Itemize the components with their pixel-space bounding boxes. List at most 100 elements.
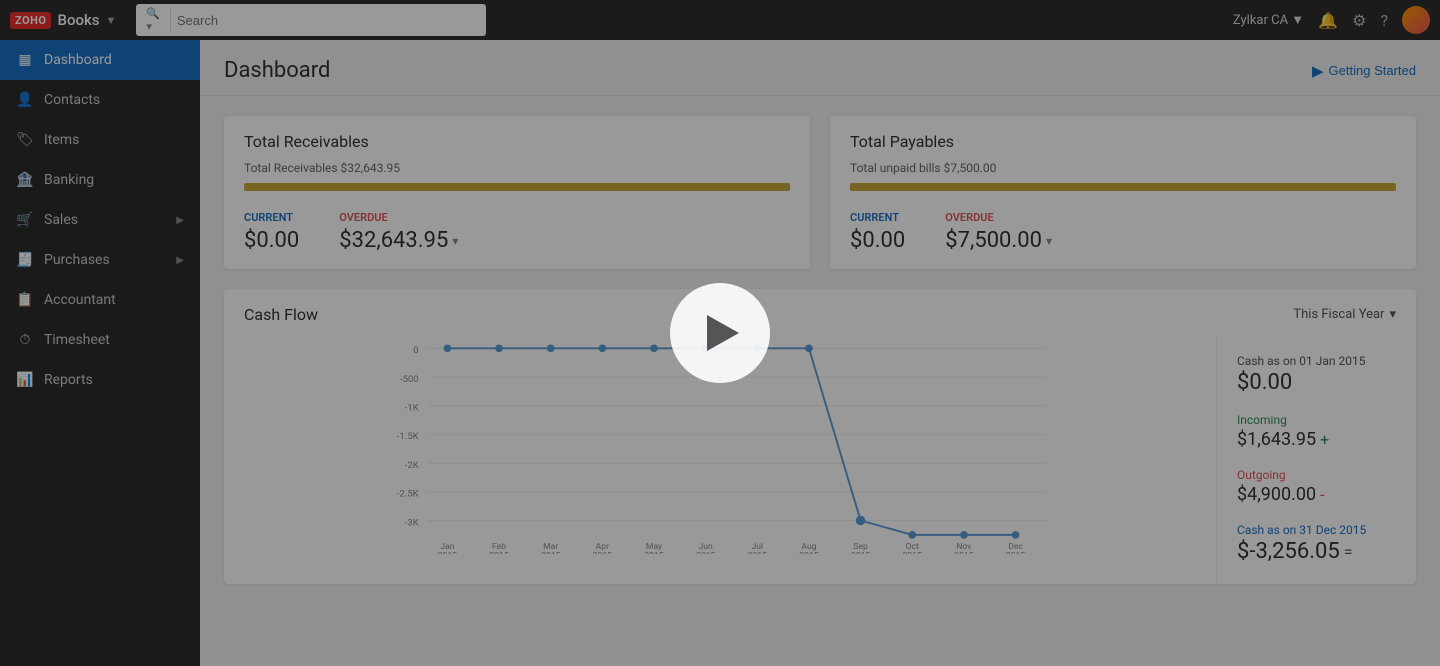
cash-on-date-label: Cash as on 01 Jan 2015	[1237, 354, 1396, 368]
cash-end-value: $-3,256.05	[1237, 539, 1340, 564]
svg-text:2015: 2015	[748, 551, 767, 554]
sidebar-item-reports[interactable]: 📊 Reports	[0, 360, 200, 400]
payables-progress-bar	[850, 183, 1396, 191]
overdue-caret-icon[interactable]: ▾	[452, 234, 458, 248]
search-bar[interactable]: 🔍▾	[136, 4, 486, 36]
dashboard-icon: ▦	[16, 52, 34, 68]
outgoing-sign: -	[1320, 485, 1324, 504]
cashflow-header: Cash Flow This Fiscal Year ▾	[224, 289, 1416, 334]
svg-text:2015: 2015	[799, 551, 818, 554]
incoming-label: Incoming	[1237, 413, 1396, 427]
svg-text:-1K: -1K	[405, 403, 419, 414]
svg-text:0: 0	[413, 345, 418, 356]
svg-text:2015: 2015	[438, 551, 457, 554]
payables-card: Total Payables Total unpaid bills $7,500…	[830, 116, 1416, 269]
payables-title: Total Payables	[850, 132, 1396, 151]
sidebar: ▦ Dashboard 👤 Contacts 🏷 Items 🏦 Banking…	[0, 40, 200, 666]
svg-text:2015: 2015	[1006, 551, 1025, 554]
sidebar-item-accountant[interactable]: 📋 Accountant	[0, 280, 200, 320]
receivables-amounts: CURRENT $0.00 OVERDUE $32,643.95 ▾	[244, 211, 790, 253]
incoming-value-row: $1,643.95 +	[1237, 429, 1396, 450]
sidebar-label-dashboard: Dashboard	[44, 52, 112, 68]
sales-chevron-icon: ▶	[176, 215, 184, 226]
svg-text:-500: -500	[400, 374, 419, 385]
payables-overdue-label: OVERDUE	[945, 211, 1052, 224]
cards-row: Total Receivables Total Receivables $32,…	[224, 116, 1416, 269]
outgoing-value-row: $4,900.00 -	[1237, 484, 1396, 505]
sidebar-item-items[interactable]: 🏷 Items	[0, 120, 200, 160]
sidebar-label-items: Items	[44, 132, 79, 148]
sidebar-label-reports: Reports	[44, 372, 93, 388]
search-input[interactable]	[177, 13, 477, 28]
receivables-overdue-value[interactable]: $32,643.95 ▾	[339, 228, 458, 253]
cash-end-date-label: Cash as on 31 Dec 2015	[1237, 523, 1396, 537]
play-circle-icon: ▶	[1312, 62, 1324, 80]
search-dropdown[interactable]: 🔍▾	[146, 7, 170, 33]
cashflow-stats: Cash as on 01 Jan 2015 $0.00 Incoming $1…	[1216, 334, 1416, 584]
receivables-subtitle: Total Receivables $32,643.95	[244, 161, 790, 175]
cash-end-row: $-3,256.05 =	[1237, 539, 1396, 564]
sidebar-item-contacts[interactable]: 👤 Contacts	[0, 80, 200, 120]
contacts-icon: 👤	[16, 92, 34, 108]
help-icon[interactable]: ?	[1380, 11, 1388, 30]
topnav: ZOHO Books ▼ 🔍▾ Zylkar CA ▼ 🔔 ⚙ ?	[0, 0, 1440, 40]
cashflow-body: 0 -500 -1K -1.5K -2K -2.5K -3K	[224, 334, 1416, 584]
getting-started-button[interactable]: ▶ Getting Started	[1312, 62, 1416, 80]
payables-overdue-caret-icon[interactable]: ▾	[1046, 234, 1052, 248]
sidebar-item-dashboard[interactable]: ▦ Dashboard	[0, 40, 200, 80]
payables-current-block: CURRENT $0.00	[850, 211, 905, 253]
svg-text:2015: 2015	[903, 551, 922, 554]
receivables-overdue-block: OVERDUE $32,643.95 ▾	[339, 211, 458, 253]
stat-incoming: Incoming $1,643.95 +	[1237, 413, 1396, 450]
stat-cash-on: Cash as on 01 Jan 2015 $0.00	[1237, 354, 1396, 395]
svg-text:2015: 2015	[644, 551, 663, 554]
sidebar-label-timesheet: Timesheet	[44, 332, 110, 348]
payables-overdue-value[interactable]: $7,500.00 ▾	[945, 228, 1052, 253]
nav-right: Zylkar CA ▼ 🔔 ⚙ ?	[1233, 6, 1430, 34]
receivables-current-block: CURRENT $0.00	[244, 211, 299, 253]
outgoing-value: $4,900.00	[1237, 484, 1316, 505]
sidebar-item-purchases[interactable]: 🧾 Purchases ▶	[0, 240, 200, 280]
cashflow-title: Cash Flow	[244, 305, 318, 324]
books-caret-icon[interactable]: ▼	[106, 14, 117, 27]
payables-current-label: CURRENT	[850, 211, 905, 224]
zoho-logo: ZOHO	[10, 12, 51, 29]
sidebar-label-banking: Banking	[44, 172, 94, 188]
cashflow-card: Cash Flow This Fiscal Year ▾ 0 -500 -1K …	[224, 289, 1416, 584]
sidebar-label-contacts: Contacts	[44, 92, 100, 108]
dashboard-content: Total Receivables Total Receivables $32,…	[200, 96, 1440, 604]
avatar[interactable]	[1402, 6, 1430, 34]
svg-text:2015: 2015	[954, 551, 973, 554]
cash-on-value: $0.00	[1237, 370, 1396, 395]
receivables-progress-fill	[244, 183, 790, 191]
svg-text:2015: 2015	[696, 551, 715, 554]
receivables-title: Total Receivables	[244, 132, 790, 151]
fiscal-selector[interactable]: This Fiscal Year ▾	[1293, 307, 1396, 322]
banking-icon: 🏦	[16, 172, 34, 188]
items-icon: 🏷	[16, 132, 34, 148]
sidebar-item-timesheet[interactable]: ⏱ Timesheet	[0, 320, 200, 360]
svg-text:-2K: -2K	[405, 460, 419, 471]
receivables-current-label: CURRENT	[244, 211, 299, 224]
payables-subtitle: Total unpaid bills $7,500.00	[850, 161, 1396, 175]
notifications-icon[interactable]: 🔔	[1318, 11, 1338, 30]
play-button[interactable]	[670, 283, 770, 383]
svg-text:-2.5K: -2.5K	[397, 489, 419, 500]
accountant-icon: 📋	[16, 292, 34, 308]
sidebar-label-accountant: Accountant	[44, 292, 116, 308]
page-header: Dashboard ▶ Getting Started	[200, 40, 1440, 96]
incoming-value: $1,643.95	[1237, 429, 1316, 450]
payables-progress-fill	[850, 183, 1396, 191]
sidebar-item-banking[interactable]: 🏦 Banking	[0, 160, 200, 200]
books-logo: Books	[57, 11, 99, 29]
svg-text:-3K: -3K	[405, 517, 419, 528]
logo-area[interactable]: ZOHO Books ▼	[10, 11, 116, 29]
svg-text:-1.5K: -1.5K	[397, 431, 419, 442]
sidebar-item-sales[interactable]: 🛒 Sales ▶	[0, 200, 200, 240]
page-title: Dashboard	[224, 58, 330, 83]
svg-text:2015: 2015	[593, 551, 612, 554]
purchases-icon: 🧾	[16, 252, 34, 268]
settings-icon[interactable]: ⚙	[1352, 11, 1366, 30]
sales-icon: 🛒	[16, 212, 34, 228]
org-selector[interactable]: Zylkar CA ▼	[1233, 12, 1304, 28]
